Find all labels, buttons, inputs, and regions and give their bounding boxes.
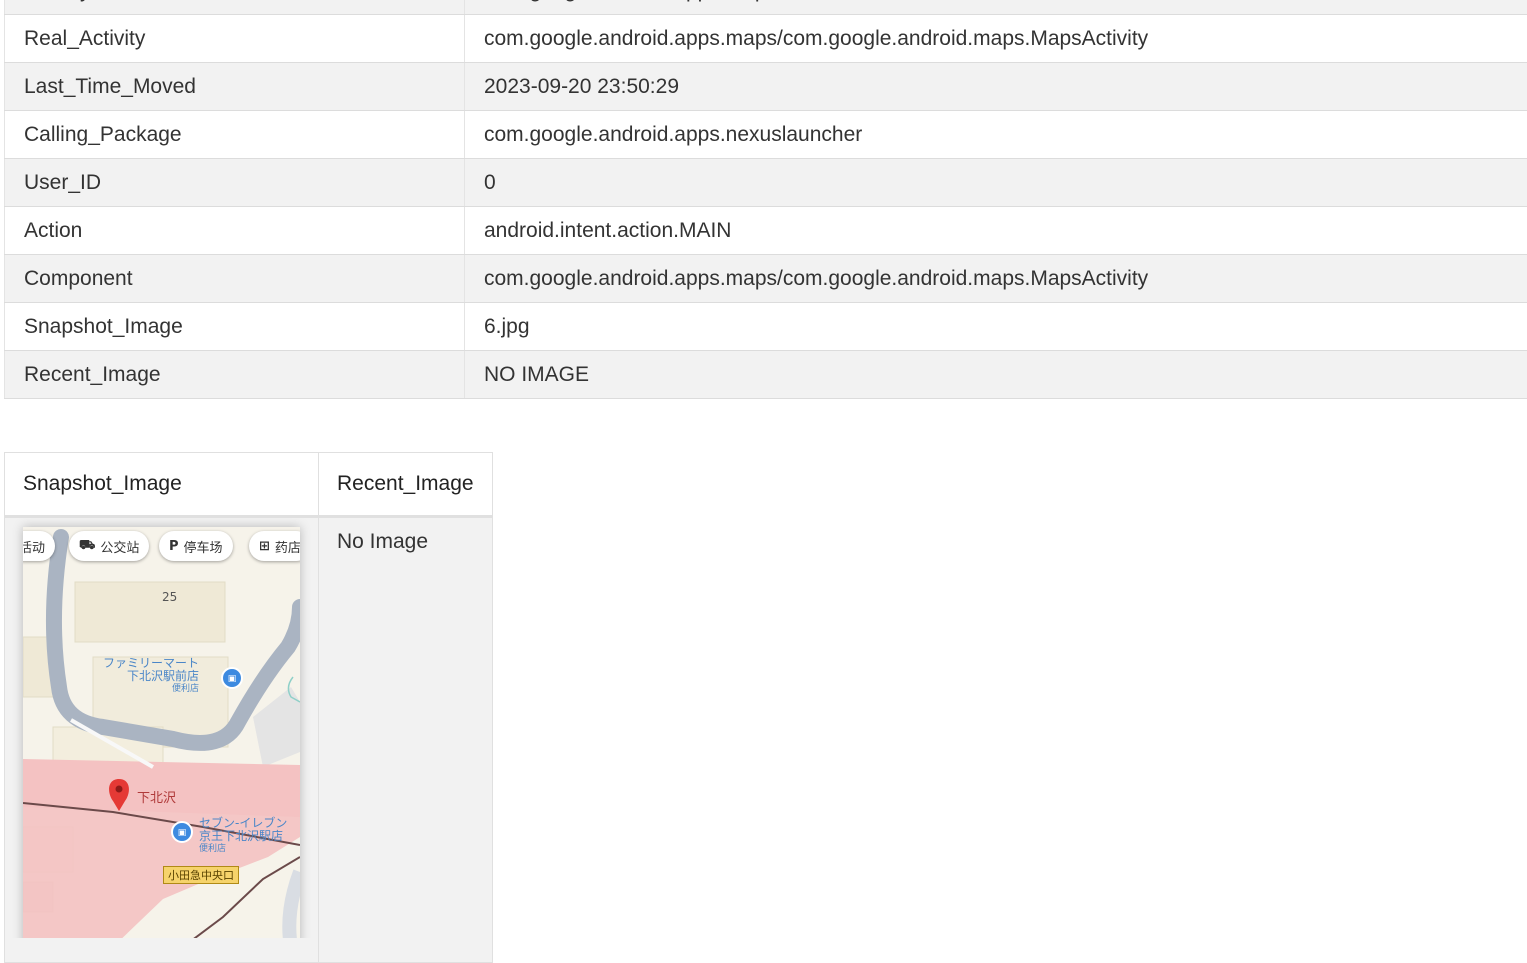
poi-branch: 京王下北沢駅店	[199, 830, 287, 843]
map-image	[23, 527, 300, 938]
chip-label: 停车场	[184, 537, 223, 556]
map-chip-bus-stop[interactable]: ⛟ 公交站	[69, 531, 149, 561]
parking-icon: P	[169, 539, 179, 554]
convenience-store-icon: ▣	[221, 667, 243, 689]
property-key: Snapshot_Image	[5, 303, 465, 351]
property-value: com.google.android.apps.maps/com.google.…	[465, 255, 1527, 303]
poi-category: 便利店	[103, 683, 199, 696]
bus-icon: ⛟	[79, 538, 95, 555]
property-key: Last_Time_Moved	[5, 63, 465, 111]
poi-branch: 下北沢駅前店	[103, 670, 199, 683]
chip-label: 活动	[23, 537, 45, 556]
property-value: com.google.android.apps.maps	[465, 0, 1527, 15]
property-key: Component	[5, 255, 465, 303]
snapshot-thumbnail[interactable]: 活动 ⛟ 公交站 P 停车场 ⊞ 药店	[23, 527, 300, 938]
convenience-store-icon: ▣	[171, 821, 193, 843]
properties-table: Activity com.google.android.apps.maps Re…	[4, 0, 1527, 399]
recent-image-cell: No Image	[319, 517, 493, 963]
table-row: Calling_Package com.google.android.apps.…	[5, 111, 1527, 159]
poi-category: 便利店	[199, 843, 287, 856]
map-chip-pharmacy[interactable]: ⊞ 药店	[249, 531, 300, 561]
table-row: Recent_Image NO IMAGE	[5, 351, 1527, 399]
chip-label: 公交站	[100, 537, 139, 556]
table-row: Last_Time_Moved 2023-09-20 23:50:29	[5, 63, 1527, 111]
property-value: 0	[465, 159, 1527, 207]
chip-label: 药店	[275, 537, 300, 556]
table-row: Activity com.google.android.apps.maps	[5, 0, 1527, 15]
table-row: Component com.google.android.apps.maps/c…	[5, 255, 1527, 303]
table-row: User_ID 0	[5, 159, 1527, 207]
table-row: Action android.intent.action.MAIN	[5, 207, 1527, 255]
table-row: Real_Activity com.google.android.apps.ma…	[5, 15, 1527, 63]
map-chip-events[interactable]: 活动	[23, 531, 55, 561]
property-key: Activity	[5, 0, 465, 15]
property-key: Recent_Image	[5, 351, 465, 399]
block-number: 25	[162, 590, 177, 604]
property-value: 2023-09-20 23:50:29	[465, 63, 1527, 111]
map-chip-parking[interactable]: P 停车场	[159, 531, 233, 561]
property-key: Real_Activity	[5, 15, 465, 63]
property-key: Calling_Package	[5, 111, 465, 159]
image-comparison-table: Snapshot_Image Recent_Image	[4, 452, 493, 963]
property-value: com.google.android.apps.nexuslauncher	[465, 111, 1527, 159]
property-key: User_ID	[5, 159, 465, 207]
snapshot-image-header: Snapshot_Image	[5, 453, 319, 517]
property-value: android.intent.action.MAIN	[465, 207, 1527, 255]
station-label: 下北沢	[137, 787, 176, 806]
recent-image-header: Recent_Image	[319, 453, 493, 517]
table-row: Snapshot_Image 6.jpg	[5, 303, 1527, 351]
snapshot-image-cell: 活动 ⛟ 公交站 P 停车场 ⊞ 药店	[5, 517, 319, 963]
poi-familymart[interactable]: ファミリーマート 下北沢駅前店 便利店	[103, 657, 199, 696]
property-value: NO IMAGE	[465, 351, 1527, 399]
property-value: com.google.android.apps.maps/com.google.…	[465, 15, 1527, 63]
exit-label: 小田急中央口	[163, 866, 239, 884]
poi-seven-eleven[interactable]: セブン-イレブン 京王下北沢駅店 便利店	[199, 817, 287, 856]
pharmacy-icon: ⊞	[259, 539, 270, 554]
property-key: Action	[5, 207, 465, 255]
property-value: 6.jpg	[465, 303, 1527, 351]
